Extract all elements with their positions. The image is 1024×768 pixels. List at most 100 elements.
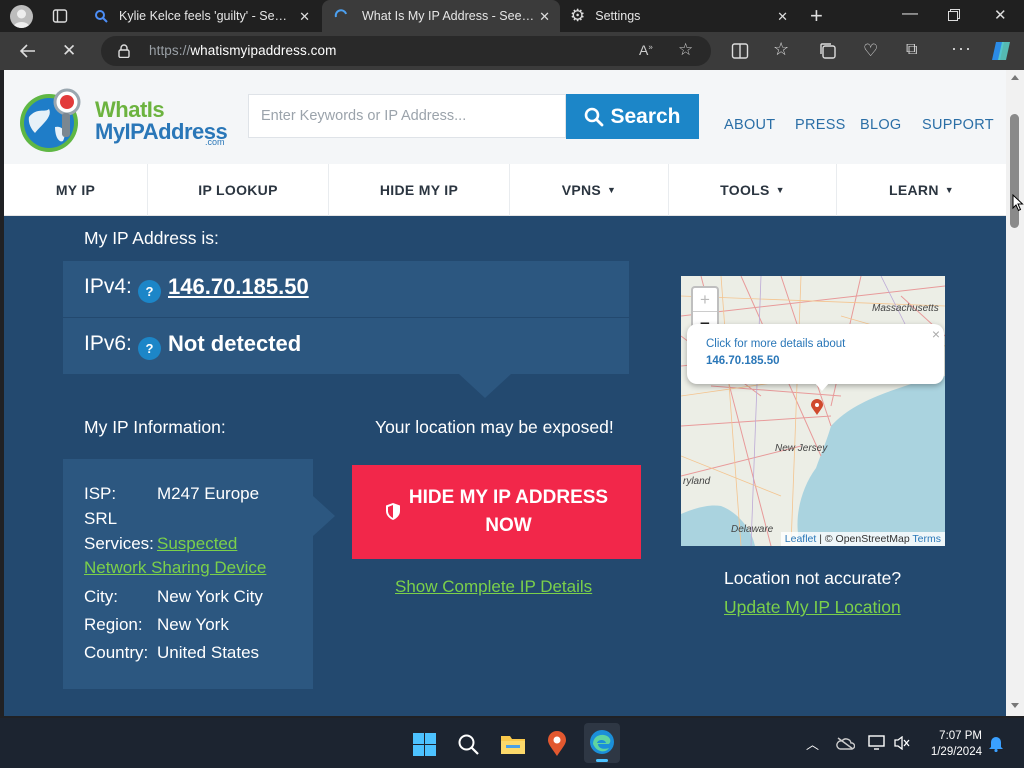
tab-search[interactable]: Kylie Kelce feels 'guilty' - Search ✕ (84, 0, 320, 32)
nav-my-ip[interactable]: MY IP (4, 164, 148, 216)
country-row: Country: United States (84, 643, 260, 662)
address-bar-row: ✕ https://whatismyipaddress.com A» ☆ ☆ ♡… (0, 32, 1024, 70)
split-screen-icon[interactable] (731, 42, 749, 60)
help-icon[interactable]: ? (138, 337, 161, 360)
tab-whatismyip[interactable]: What Is My IP Address - See You ✕ (322, 0, 560, 32)
press-link[interactable]: PRESS (795, 117, 846, 133)
map-place-md: ryland (683, 476, 711, 487)
tab-actions-icon[interactable] (52, 8, 68, 24)
show-details-link[interactable]: Show Complete IP Details (395, 577, 592, 597)
volume-muted-icon[interactable] (894, 736, 910, 750)
nav-learn[interactable]: LEARN ▼ (837, 164, 1006, 216)
tab-title: Kylie Kelce feels 'guilty' - Search (119, 9, 291, 23)
tray-overflow-icon[interactable]: ︿ (806, 734, 819, 753)
nav-hide-my-ip[interactable]: HIDE MY IP (329, 164, 510, 216)
file-explorer-icon[interactable] (500, 733, 526, 755)
restore-button[interactable] (948, 9, 960, 21)
url-field[interactable]: https://whatismyipaddress.com A» ☆ (101, 36, 711, 66)
caret-down-icon: ▼ (775, 185, 785, 195)
map-place-nj: New Jersey (775, 443, 828, 454)
extensions-icon[interactable]: ⧉ (906, 41, 917, 59)
notification-bell-icon[interactable] (988, 735, 1004, 752)
leaflet-link[interactable]: Leaflet (785, 533, 817, 545)
map-attribution: Leaflet | © OpenStreetMap Terms (780, 532, 945, 546)
page-scrollbar[interactable] (1006, 70, 1024, 716)
ipv4-row: IPv4: ? 146.70.185.50 (63, 261, 629, 317)
search-button[interactable]: Search (566, 94, 699, 139)
location-warning: Your location may be exposed! (375, 417, 614, 437)
lock-icon (118, 44, 130, 58)
services-link-cont[interactable]: Network Sharing Device (84, 558, 266, 577)
main-nav: MY IP IP LOOKUP HIDE MY IP VPNS ▼ TOOLS ▼ … (4, 164, 1006, 216)
back-button[interactable] (18, 41, 38, 61)
copilot-icon[interactable] (990, 41, 1012, 61)
map-place-de: Delaware (731, 524, 774, 535)
close-window-button[interactable]: ✕ (994, 6, 1007, 24)
ipv4-value[interactable]: 146.70.185.50 (168, 274, 309, 300)
ipv6-value: Not detected (168, 331, 302, 356)
maps-app-icon[interactable] (548, 731, 566, 757)
hide-button-line1: HIDE MY IP ADDRESS (408, 487, 609, 508)
close-tab-icon[interactable]: ✕ (539, 9, 550, 25)
new-tab-button[interactable]: + (810, 3, 823, 29)
hide-my-ip-button[interactable]: HIDE MY IP ADDRESS NOW (352, 465, 641, 559)
caret-down-icon: ▼ (607, 185, 617, 195)
nav-ip-lookup[interactable]: IP LOOKUP (148, 164, 329, 216)
web-page: WhatIs MyIPAddress .com Enter Keywords o… (4, 70, 1006, 716)
gear-icon: ⚙ (570, 6, 586, 25)
minimize-button[interactable]: — (902, 5, 918, 23)
ipv6-row: IPv6: ? Not detected (63, 318, 629, 374)
info-heading: My IP Information: (84, 417, 226, 437)
services-link[interactable]: Suspected (157, 534, 237, 553)
popup-tip (814, 382, 830, 391)
windows-start-icon[interactable] (413, 733, 436, 756)
search-favicon-icon (94, 9, 108, 23)
services-row: Services: Suspected Network Sharing Devic… (84, 534, 267, 577)
tab-title: Settings (595, 9, 641, 23)
read-aloud-icon[interactable]: A» (639, 42, 653, 58)
blog-link[interactable]: BLOG (860, 117, 902, 133)
browser-essentials-icon[interactable]: ♡ (863, 41, 878, 61)
windows-taskbar: ︿ 7:07 PM 1/29/2024 (0, 718, 1024, 768)
search-icon (585, 107, 604, 126)
close-tab-icon[interactable]: ✕ (299, 9, 310, 25)
search-input[interactable]: Enter Keywords or IP Address... (248, 94, 566, 138)
globe-logo-icon (20, 88, 81, 152)
map-marker-icon[interactable] (811, 399, 823, 415)
stop-loading-button[interactable]: ✕ (62, 41, 76, 61)
system-clock[interactable]: 7:07 PM 1/29/2024 (931, 728, 982, 760)
edge-taskbar-icon[interactable] (584, 723, 620, 763)
profile-avatar[interactable] (10, 5, 33, 28)
tab-settings[interactable]: ⚙ Settings ✕ (562, 0, 802, 32)
about-link[interactable]: ABOUT (724, 117, 775, 133)
pointer-notch (459, 374, 511, 398)
close-tab-icon[interactable]: ✕ (777, 9, 788, 25)
mouse-cursor-icon (1012, 194, 1024, 212)
popup-ip: 146.70.185.50 (706, 355, 780, 367)
popup-text: Click for more details about (706, 338, 846, 350)
isp-row: ISP: M247 Europe SRL (84, 484, 260, 528)
favorites-icon[interactable]: ☆ (773, 39, 789, 60)
map-popup[interactable]: × Click for more details about 146.70.18… (687, 324, 944, 391)
nav-tools[interactable]: TOOLS ▼ (669, 164, 837, 216)
support-link[interactable]: SUPPORT (922, 117, 994, 133)
network-icon[interactable] (868, 735, 886, 751)
collections-icon[interactable] (819, 42, 837, 60)
help-icon[interactable]: ? (138, 280, 161, 303)
onedrive-icon[interactable] (835, 736, 855, 750)
taskbar-search-icon[interactable] (457, 733, 480, 756)
info-panel-arrow (313, 496, 335, 536)
site-logo[interactable]: WhatIs MyIPAddress .com (19, 87, 229, 159)
update-location-link[interactable]: Update My IP Location (724, 597, 901, 618)
scroll-up-arrow[interactable] (1011, 75, 1019, 80)
scroll-down-arrow[interactable] (1011, 703, 1019, 708)
ip-heading: My IP Address is: (84, 228, 219, 248)
nav-vpns[interactable]: VPNS ▼ (510, 164, 669, 216)
site-header: WhatIs MyIPAddress .com Enter Keywords o… (4, 70, 1006, 164)
location-map[interactable]: Massachusetts New Jersey ryland Delaware… (681, 276, 945, 546)
more-menu-icon[interactable]: ··· (951, 38, 972, 59)
zoom-in-button[interactable]: + (693, 288, 717, 312)
favorite-star-icon[interactable]: ☆ (678, 40, 693, 60)
popup-close-icon[interactable]: × (932, 326, 940, 342)
terms-link[interactable]: Terms (912, 533, 941, 545)
